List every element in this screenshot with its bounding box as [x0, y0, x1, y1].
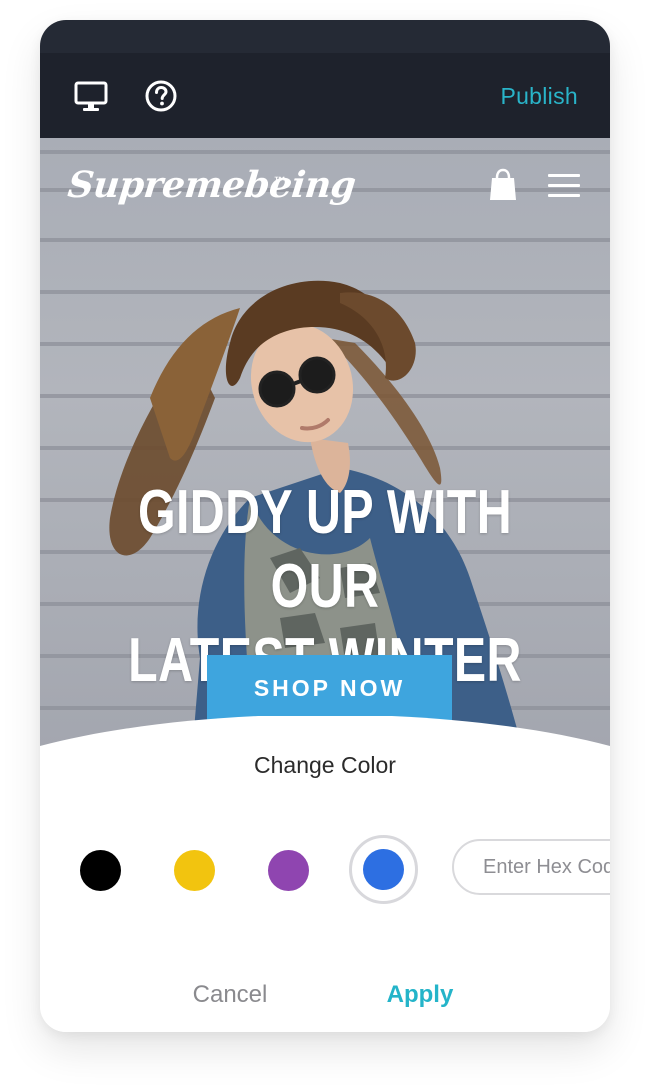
change-color-sheet: Change Color Cancel Apply [40, 716, 610, 1032]
swatch-blue-selected[interactable] [349, 835, 418, 904]
brand-logo[interactable]: Supremebeing [66, 164, 358, 206]
publish-button[interactable]: Publish [500, 83, 578, 110]
shopping-bag-icon[interactable] [488, 168, 518, 202]
hamburger-menu-icon[interactable] [548, 174, 580, 198]
phone-frame: Publish Supremebeing ™ GIDDY UP WITH OUR… [40, 20, 610, 1032]
change-color-title: Change Color [254, 752, 396, 778]
swatch-yellow[interactable] [174, 850, 215, 891]
trademark-symbol: ™ [274, 174, 286, 188]
swatch-blue [363, 849, 404, 890]
hero-banner: Supremebeing ™ GIDDY UP WITH OUR LATEST … [40, 138, 610, 778]
cancel-button[interactable]: Cancel [170, 980, 290, 1010]
editor-toolbar: Publish [40, 53, 610, 138]
help-icon[interactable] [144, 79, 178, 113]
headline-line-1: GIDDY UP WITH OUR [137, 478, 513, 621]
hex-code-input[interactable] [452, 839, 610, 895]
shop-now-button[interactable]: SHOP NOW [207, 655, 452, 721]
status-bar [40, 20, 610, 53]
swatch-purple[interactable] [268, 850, 309, 891]
swatch-black[interactable] [80, 850, 121, 891]
desktop-preview-icon[interactable] [74, 79, 108, 113]
apply-button[interactable]: Apply [360, 980, 480, 1010]
